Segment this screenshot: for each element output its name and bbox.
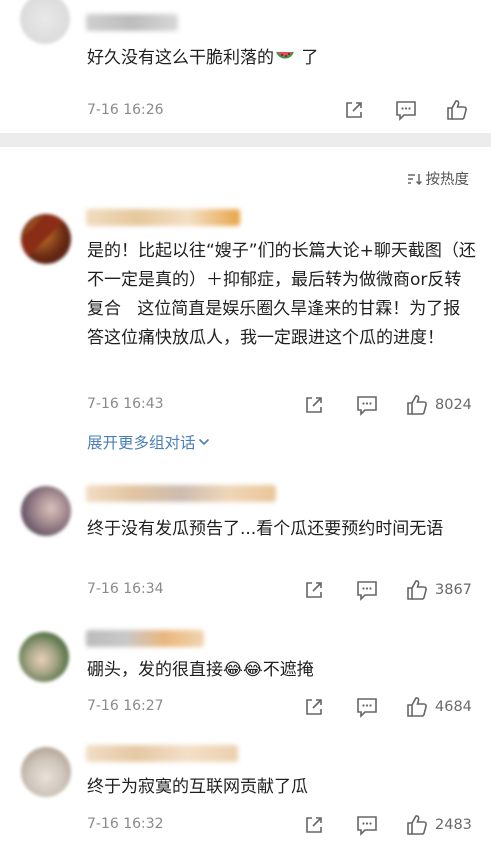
avatar[interactable] — [19, 632, 69, 682]
comment-text: 好久没有这么干脆利落的 了 — [87, 48, 319, 68]
avatar[interactable] — [21, 486, 71, 536]
repost-icon — [306, 699, 322, 715]
sort-icon — [407, 173, 422, 185]
avatar[interactable] — [21, 747, 71, 797]
thumbs-up-icon — [407, 815, 427, 835]
comment-button[interactable] — [355, 696, 379, 718]
repost-icon — [306, 397, 322, 413]
comment-text: 是的！比起以往“嫂子”们的长篇大论+聊天截图（还不一定是真的）＋抑郁症，最后转为… — [87, 241, 476, 348]
like-count: 2483 — [435, 817, 472, 833]
username-blurred[interactable] — [86, 14, 178, 31]
expand-conversations-link[interactable]: 展开更多组对话 — [87, 431, 210, 453]
like-button[interactable] — [405, 695, 429, 718]
sort-by-hot-button[interactable]: 按热度 — [407, 168, 470, 189]
repost-icon — [306, 817, 322, 833]
like-count: 8024 — [435, 397, 472, 413]
comment-time: 7-16 16:43 — [87, 396, 164, 412]
username-blurred[interactable] — [86, 485, 276, 502]
like-button[interactable] — [405, 813, 429, 836]
like-count: 3867 — [435, 582, 472, 598]
watermelon-icon — [276, 51, 294, 59]
repost-button[interactable] — [303, 696, 325, 718]
comment-icon — [357, 816, 377, 836]
expand-label: 展开更多组对话 — [87, 434, 196, 452]
comment-button[interactable] — [355, 579, 379, 601]
comment-icon — [357, 698, 377, 718]
username-blurred[interactable] — [86, 209, 240, 226]
repost-button[interactable] — [303, 394, 325, 416]
comment-time: 7-16 16:34 — [87, 581, 164, 597]
avatar[interactable] — [21, 214, 71, 264]
repost-icon — [346, 102, 362, 118]
comment-text: 硼头，发的很直接😂😂不遮掩 — [87, 660, 314, 680]
comment-button[interactable] — [355, 394, 379, 416]
comment-icon — [357, 396, 377, 416]
comment-text: 终于没有发瓜预告了...看个瓜还要预约时间无语 — [87, 519, 444, 539]
repost-button[interactable] — [303, 814, 325, 836]
comment-button[interactable] — [394, 99, 418, 121]
repost-button[interactable] — [303, 579, 325, 601]
username-blurred[interactable] — [86, 630, 204, 647]
username-blurred[interactable] — [86, 745, 238, 762]
comment-text: 终于为寂寞的互联网贡献了瓜 — [87, 777, 308, 797]
comment-time: 7-16 16:32 — [87, 816, 164, 832]
comment-button[interactable] — [355, 814, 379, 836]
comment-item: 好久没有这么干脆利落的 了 7-16 16:26 — [0, 0, 491, 133]
section-divider — [0, 133, 491, 147]
like-button[interactable] — [445, 98, 469, 121]
thumbs-up-icon — [407, 395, 427, 415]
comment-icon — [357, 581, 377, 601]
comment-time: 7-16 16:27 — [87, 698, 164, 714]
comment-time: 7-16 16:26 — [87, 102, 164, 118]
thumbs-up-icon — [447, 100, 467, 120]
chevron-down-icon — [198, 438, 209, 446]
repost-button[interactable] — [343, 99, 365, 121]
repost-icon — [306, 582, 322, 598]
like-count: 4684 — [435, 699, 472, 715]
like-button[interactable] — [405, 578, 429, 601]
avatar[interactable] — [20, 0, 70, 44]
like-button[interactable] — [405, 393, 429, 416]
thumbs-up-icon — [407, 580, 427, 600]
comment-icon — [396, 101, 416, 121]
sort-label: 按热度 — [425, 172, 470, 188]
thumbs-up-icon — [407, 697, 427, 717]
